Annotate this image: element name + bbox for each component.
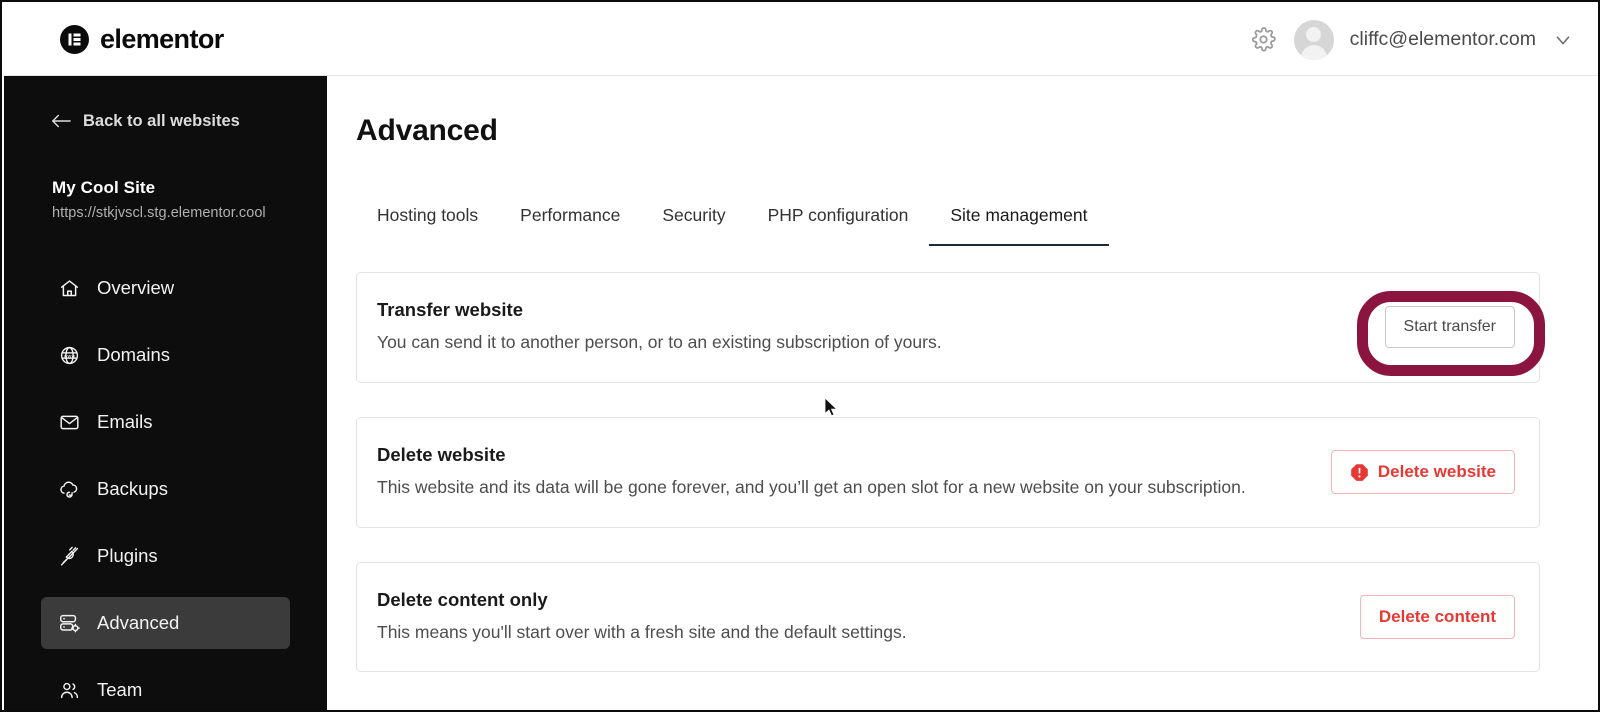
page-title: Advanced bbox=[356, 114, 498, 147]
sidebar-label-advanced: Advanced bbox=[97, 612, 180, 633]
delete-content-label: Delete content bbox=[1378, 606, 1496, 626]
card-title-transfer-website: Transfer website bbox=[377, 299, 524, 320]
back-link-label: Back to all websites bbox=[83, 111, 240, 130]
site-url: https://stkjvscl.stg.elementor.cool bbox=[52, 205, 266, 221]
home-icon bbox=[58, 277, 80, 299]
card-transfer-website: Transfer website You can send it to anot… bbox=[356, 272, 1540, 383]
delete-content-button[interactable]: Delete content bbox=[1359, 594, 1515, 639]
sidebar-item-domains[interactable]: www Domains bbox=[41, 329, 290, 381]
card-delete-content-only: Delete content only This means you'll st… bbox=[356, 561, 1540, 673]
users-icon bbox=[58, 679, 80, 701]
sidebar-label-emails: Emails bbox=[97, 411, 153, 432]
settings-card-list: Transfer website You can send it to anot… bbox=[356, 272, 1540, 673]
plug-icon bbox=[58, 545, 80, 567]
main-content: Advanced Hosting tools Performance Secur… bbox=[327, 76, 1598, 710]
card-title-delete-website: Delete website bbox=[377, 443, 506, 465]
tab-security[interactable]: Security bbox=[641, 205, 746, 246]
gear-icon[interactable] bbox=[1250, 26, 1278, 54]
alert-octagon-icon bbox=[1350, 463, 1369, 482]
tab-hosting-tools[interactable]: Hosting tools bbox=[356, 205, 499, 246]
delete-website-label: Delete website bbox=[1377, 462, 1496, 482]
brand-name: elementor bbox=[100, 24, 224, 54]
card-text-block: Transfer website You can send it to anot… bbox=[377, 299, 1365, 356]
tab-bar: Hosting tools Performance Security PHP c… bbox=[356, 200, 1540, 246]
avatar-body bbox=[1300, 44, 1327, 60]
elementor-logo-icon bbox=[60, 25, 89, 54]
chevron-down-icon[interactable] bbox=[1552, 29, 1574, 51]
arrow-left-icon bbox=[51, 113, 71, 129]
card-desc-delete-content-only: This means you'll start over with a fres… bbox=[377, 621, 907, 642]
tab-performance[interactable]: Performance bbox=[499, 205, 641, 246]
sidebar-item-overview[interactable]: Overview bbox=[41, 262, 290, 314]
sidebar-item-advanced[interactable]: Advanced bbox=[41, 597, 290, 649]
site-info: My Cool Site https://stkjvscl.stg.elemen… bbox=[4, 134, 327, 221]
tab-php-configuration[interactable]: PHP configuration bbox=[747, 205, 930, 246]
sidebar-item-emails[interactable]: Emails bbox=[41, 396, 290, 448]
sidebar-item-plugins[interactable]: Plugins bbox=[41, 530, 290, 582]
back-to-all-websites-link[interactable]: Back to all websites bbox=[4, 108, 327, 134]
server-gear-icon bbox=[58, 612, 80, 634]
sidebar-nav: Overview www Domains Emails Backups Plug… bbox=[4, 262, 327, 710]
card-desc-delete-website: This website and its data will be gone f… bbox=[377, 476, 1246, 497]
globe-www-icon: www bbox=[58, 344, 80, 366]
sidebar-item-team[interactable]: Team bbox=[41, 664, 290, 710]
cloud-restore-icon bbox=[58, 478, 80, 500]
brand-logo[interactable]: elementor bbox=[60, 24, 224, 55]
sidebar-label-plugins: Plugins bbox=[97, 545, 158, 566]
card-title-delete-content-only: Delete content only bbox=[377, 588, 548, 610]
app-window: elementor cliffc@elementor.com Back to a… bbox=[0, 0, 1600, 712]
card-text-block: Delete website This website and its data… bbox=[377, 444, 1311, 501]
svg-text:www: www bbox=[63, 354, 75, 359]
site-name: My Cool Site bbox=[52, 178, 156, 197]
sidebar-label-domains: Domains bbox=[97, 344, 170, 365]
card-desc-transfer-website: You can send it to another person, or to… bbox=[377, 332, 942, 352]
delete-website-button[interactable]: Delete website bbox=[1330, 450, 1515, 495]
sidebar: Back to all websites My Cool Site https:… bbox=[4, 76, 327, 710]
envelope-icon bbox=[58, 411, 80, 433]
sidebar-label-overview: Overview bbox=[97, 277, 175, 298]
start-transfer-button[interactable]: Start transfer bbox=[1384, 306, 1515, 349]
avatar[interactable] bbox=[1293, 19, 1334, 60]
top-bar: elementor cliffc@elementor.com bbox=[4, 4, 1598, 76]
tab-site-management[interactable]: Site management bbox=[929, 205, 1109, 246]
user-email-label: cliffc@elementor.com bbox=[1349, 28, 1536, 50]
avatar-head bbox=[1306, 26, 1322, 42]
sidebar-label-team: Team bbox=[97, 679, 143, 700]
card-text-block: Delete content only This means you'll st… bbox=[377, 589, 1340, 646]
card-delete-website: Delete website This website and its data… bbox=[356, 416, 1540, 528]
sidebar-item-backups[interactable]: Backups bbox=[41, 463, 290, 515]
sidebar-label-backups: Backups bbox=[97, 478, 168, 499]
top-bar-right: cliffc@elementor.com bbox=[1250, 19, 1574, 60]
start-transfer-label: Start transfer bbox=[1403, 318, 1496, 336]
